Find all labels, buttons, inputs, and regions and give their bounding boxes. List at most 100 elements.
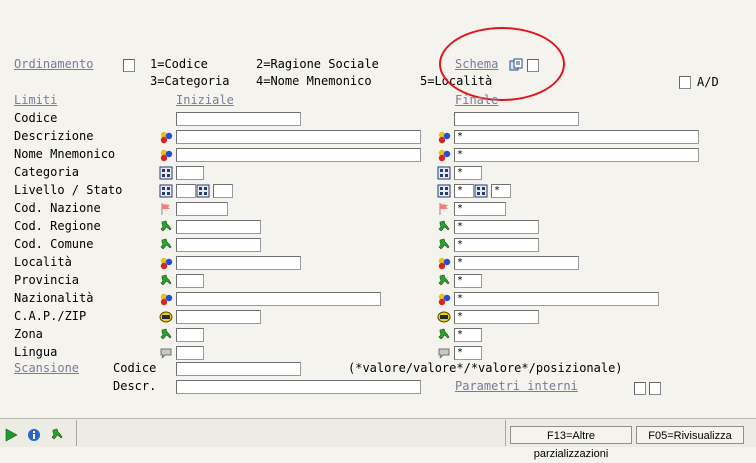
grid-lookup-icon[interactable] <box>437 166 451 180</box>
color-balls-icon[interactable] <box>159 130 173 144</box>
scansione-codice-input[interactable] <box>176 362 301 376</box>
info-icon[interactable] <box>27 428 41 442</box>
initial-input[interactable] <box>176 202 228 216</box>
mailbox-icon[interactable] <box>437 310 451 324</box>
color-balls-icon[interactable] <box>159 292 173 306</box>
initial-input[interactable] <box>176 220 261 234</box>
final-input[interactable]: * <box>454 184 474 198</box>
row-label: Livello / Stato <box>14 183 123 197</box>
row-label: C.A.P./ZIP <box>14 309 87 323</box>
scansione-hint: (*valore/valore*/*valore*/posizionale) <box>348 361 623 375</box>
grid-lookup-icon[interactable] <box>159 166 173 180</box>
flag-icon[interactable] <box>437 202 451 216</box>
grid-lookup-icon[interactable] <box>437 184 451 198</box>
initial-input[interactable] <box>176 148 421 162</box>
initial-input[interactable] <box>176 184 196 198</box>
final-input[interactable]: * <box>454 130 699 144</box>
italy-map-icon[interactable] <box>159 220 173 234</box>
row-label: Provincia <box>14 273 80 287</box>
italy-map-icon[interactable] <box>437 238 451 252</box>
final-input[interactable] <box>454 112 579 126</box>
final-input[interactable]: * <box>454 166 482 180</box>
color-balls-icon[interactable] <box>159 148 173 162</box>
mailbox-icon[interactable] <box>159 310 173 324</box>
grid-lookup-icon[interactable] <box>474 184 488 198</box>
toolbar-separator <box>76 420 77 446</box>
ordinamento-label: Ordinamento <box>14 57 94 71</box>
f05-button[interactable]: F05=Rivisualizza <box>636 426 744 444</box>
scansione-descr-input[interactable] <box>176 380 421 394</box>
sort-option-3: 3=Categoria <box>150 74 230 88</box>
final-input[interactable]: * <box>454 310 539 324</box>
parametri-checkbox-2[interactable] <box>649 382 661 395</box>
italy-map-icon[interactable] <box>437 328 451 342</box>
grid-lookup-icon[interactable] <box>196 184 210 198</box>
color-balls-icon[interactable] <box>159 256 173 270</box>
initial-input[interactable] <box>176 166 204 180</box>
row-label: Codice <box>14 111 58 125</box>
final-input[interactable]: * <box>454 148 699 162</box>
italy-map-icon[interactable] <box>159 328 173 342</box>
final-input[interactable]: * <box>454 256 579 270</box>
italy-map-icon[interactable] <box>437 274 451 288</box>
ascending-descending-checkbox[interactable] <box>679 76 691 89</box>
final-input[interactable]: * <box>454 346 482 360</box>
ordinamento-checkbox[interactable] <box>123 59 135 72</box>
row-label: Nome Mnemonico <box>14 147 116 161</box>
italy-map-icon[interactable] <box>159 238 173 252</box>
color-balls-icon[interactable] <box>437 292 451 306</box>
row-label: Descrizione <box>14 129 94 143</box>
play-icon[interactable] <box>4 428 18 442</box>
initial-input[interactable] <box>176 292 381 306</box>
row-label: Nazionalità <box>14 291 94 305</box>
row-label: Lingua <box>14 345 58 359</box>
scansione-label: Scansione <box>14 361 80 375</box>
final-input[interactable]: * <box>454 238 539 252</box>
final-input[interactable]: * <box>454 220 539 234</box>
italy-map-icon[interactable] <box>159 274 173 288</box>
toolbar-separator <box>505 420 506 446</box>
final-input[interactable]: * <box>454 292 659 306</box>
scansione-codice-label: Codice <box>113 361 157 375</box>
row-label: Zona <box>14 327 43 341</box>
sort-option-4: 4=Nome Mnemonico <box>256 74 372 88</box>
color-balls-icon[interactable] <box>437 148 451 162</box>
initial-input[interactable] <box>176 256 301 270</box>
sort-option-1: 1=Codice <box>150 57 208 71</box>
sort-option-2: 2=Ragione Sociale <box>256 57 379 71</box>
highlight-circle <box>439 27 565 101</box>
parametri-interni-link[interactable]: Parametri interni <box>455 378 578 394</box>
f13-button[interactable]: F13=Altre parzializzazioni <box>510 426 632 460</box>
row-label: Cod. Comune <box>14 237 94 251</box>
initial-input-2[interactable] <box>213 184 233 198</box>
initial-input[interactable] <box>176 310 261 324</box>
scansione-descr-label: Descr. <box>113 379 157 393</box>
initial-input[interactable] <box>176 130 421 144</box>
speech-icon[interactable] <box>159 346 173 360</box>
row-label: Cod. Regione <box>14 219 101 233</box>
row-label: Categoria <box>14 165 80 179</box>
initial-input[interactable] <box>176 328 204 342</box>
italy-map-icon[interactable] <box>437 220 451 234</box>
iniziale-header: Iniziale <box>176 93 234 107</box>
initial-input[interactable] <box>176 112 301 126</box>
initial-input[interactable] <box>176 346 204 360</box>
flag-icon[interactable] <box>159 202 173 216</box>
parametri-checkbox-1[interactable] <box>634 382 646 395</box>
final-input[interactable]: * <box>454 274 482 288</box>
final-input[interactable]: * <box>454 328 482 342</box>
color-balls-icon[interactable] <box>437 256 451 270</box>
color-balls-icon[interactable] <box>437 130 451 144</box>
row-label: Cod. Nazione <box>14 201 101 215</box>
final-input[interactable]: * <box>454 202 506 216</box>
grid-lookup-icon[interactable] <box>159 184 173 198</box>
limiti-header: Limiti <box>14 93 58 107</box>
initial-input[interactable] <box>176 274 204 288</box>
speech-icon[interactable] <box>437 346 451 360</box>
ad-label: A/D <box>697 75 719 89</box>
finale-header: Finale <box>455 93 499 107</box>
initial-input[interactable] <box>176 238 261 252</box>
final-input-2[interactable]: * <box>491 184 511 198</box>
italy-map-icon[interactable] <box>50 428 64 442</box>
row-label: Località <box>14 255 72 269</box>
